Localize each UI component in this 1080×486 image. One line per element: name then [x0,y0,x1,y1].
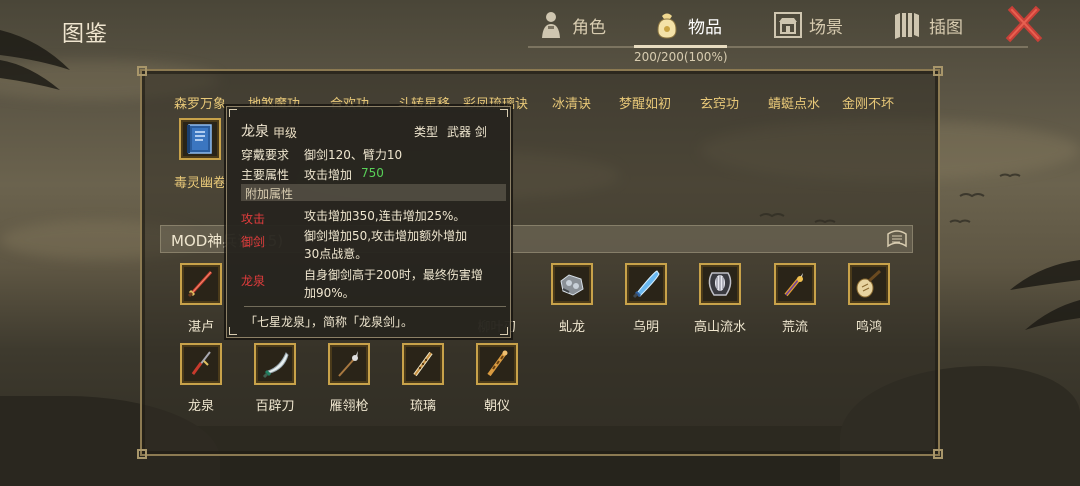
flute-icon [413,351,433,377]
tab-character[interactable]: 角色 [536,8,606,42]
tooltip-divider [244,306,506,307]
tooltip-extra-header: 附加属性 [245,187,294,201]
collection-progress: 200/200(100%) [634,50,728,64]
skill-name[interactable]: 蜻蜓点水 [768,93,820,112]
tab-items-label: 物品 [688,17,722,38]
tooltip-main-label: 主要属性 [241,168,290,182]
harp-icon [708,272,732,296]
tooltip-attr-text: 攻击增加350,连击增加25%。 [304,209,466,223]
weapon-slot[interactable] [402,343,444,385]
tab-scenes-label: 场景 [809,17,843,38]
weapon-label: 高山流水 [693,320,746,335]
golden-spear-icon [784,273,803,297]
tooltip-attr-text: 加90%。 [304,286,355,300]
scene-icon [773,10,803,40]
scroll-icon [885,228,909,250]
weapon-label: 琉璃 [409,399,436,414]
book-slot[interactable] [179,118,221,160]
weapon-label: 雁翎枪 [329,399,369,414]
active-tab-indicator [634,45,727,48]
weapon-label: 鸣鸿 [855,320,882,335]
red-sword-icon [187,270,213,298]
sabre-icon [262,352,289,379]
weapon-slot[interactable] [476,343,518,385]
tooltip-type-label: 类型 [414,125,439,139]
tooltip-attr-text: 自身御剑高于200时，最终伤害增 [304,268,483,282]
tooltip-req-label: 穿戴要求 [241,148,290,162]
weapon-label: 龙泉 [187,399,214,414]
tooltip-main-number: 750 [361,166,384,180]
tab-illustrations-label: 插图 [929,17,963,38]
spear-icon [338,351,358,377]
tooltip-flavor-text: 「七星龙泉」，简称「龙泉剑」。 [245,315,414,329]
book-label: 毒灵幽卷 [174,176,227,191]
skill-name[interactable]: 冰清诀 [552,93,591,112]
tab-items[interactable]: 物品 [652,8,722,42]
weapon-slot[interactable] [180,263,222,305]
tooltip-req-value: 御剑120、臂力10 [304,148,403,162]
gauntlet-icon [560,274,584,296]
tooltip-item-grade: 甲级 [273,126,298,140]
tooltip-attr-key: 攻击 [241,212,266,226]
red-sword-icon [191,351,211,375]
staff-icon [487,350,508,377]
weapon-slot[interactable] [625,263,667,305]
tooltip-attr-key: 御剑 [241,235,266,249]
character-icon [536,10,566,40]
tab-illustrations[interactable]: 插图 [893,8,963,42]
weapon-slot[interactable] [254,343,296,385]
weapon-label: 虬龙 [558,320,585,335]
page-title: 图鉴 [62,22,109,47]
tab-character-label: 角色 [572,17,606,38]
weapon-label: 乌明 [632,320,659,335]
weapon-slot[interactable] [328,343,370,385]
blue-blade-icon [632,270,660,299]
skill-name[interactable]: 金刚不坏 [842,93,894,112]
weapon-slot[interactable] [699,263,741,305]
close-button[interactable] [1004,4,1044,44]
weapon-slot[interactable] [774,263,816,305]
tab-divider [528,46,1028,48]
weapon-slot[interactable] [180,343,222,385]
weapon-label: 朝仪 [483,399,510,414]
book-icon [187,124,212,154]
weapon-label: 荒流 [781,320,808,335]
weapon-slot[interactable] [848,263,890,305]
pipa-icon [856,269,882,298]
illustration-icon [893,10,923,40]
weapon-slot[interactable] [551,263,593,305]
tooltip-attr-text: 御剑增加50,攻击增加额外增加 [304,229,468,243]
tooltip-main-value: 攻击增加 [304,168,353,182]
tooltip-attr-text: 30点战意。 [304,247,368,261]
tooltip-type-value: 武器 剑 [447,125,487,139]
close-x-icon [1005,5,1043,43]
tooltip-item-name: 龙泉 [241,124,269,140]
tab-scenes[interactable]: 场景 [773,8,843,42]
tooltip-attr-key: 龙泉 [241,274,266,288]
item-bag-icon [652,10,682,40]
weapon-label: 百辟刀 [255,399,295,414]
skill-name[interactable]: 森罗万象 [174,93,226,112]
skill-name[interactable]: 玄窍功 [700,93,739,112]
skill-name[interactable]: 梦醒如初 [619,93,671,112]
